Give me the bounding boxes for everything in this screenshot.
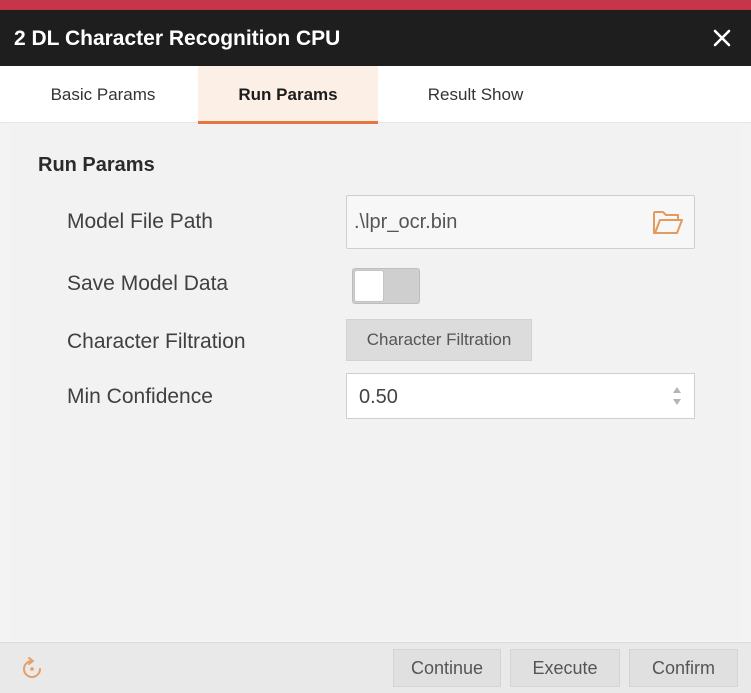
- window-accent-bar: [0, 0, 751, 10]
- continue-button[interactable]: Continue: [393, 649, 501, 687]
- min-confidence-value: 0.50: [359, 386, 398, 408]
- tab-result-show[interactable]: Result Show: [388, 66, 563, 123]
- browse-folder-button[interactable]: [652, 208, 684, 236]
- min-confidence-label: Min Confidence: [67, 385, 213, 408]
- section-title: Run Params: [38, 154, 155, 176]
- tab-label: Basic Params: [50, 84, 156, 104]
- confirm-button[interactable]: Confirm: [629, 649, 738, 687]
- tab-label: Run Params: [238, 84, 338, 104]
- window-title: 2 DL Character Recognition CPU: [14, 27, 341, 50]
- spin-arrows-icon: [673, 387, 681, 405]
- title-bar[interactable]: 2 DL Character Recognition CPU: [0, 10, 751, 66]
- dialog-window: 2 DL Character Recognition CPU Basic Par…: [0, 0, 751, 693]
- character-filtration-label: Character Filtration: [67, 330, 246, 353]
- model-file-path-field[interactable]: .\lpr_ocr.bin: [346, 195, 695, 249]
- model-file-path-label: Model File Path: [67, 210, 213, 233]
- toggle-knob: [354, 270, 384, 302]
- footer-bar: Continue Execute Confirm: [0, 642, 751, 693]
- refresh-icon: [23, 657, 41, 678]
- run-params-panel: Run Params Model File Path .\lpr_ocr.bin…: [10, 124, 741, 640]
- character-filtration-button[interactable]: Character Filtration: [346, 319, 532, 361]
- spin-buttons[interactable]: [670, 383, 684, 409]
- close-button[interactable]: [707, 23, 737, 53]
- save-model-data-toggle[interactable]: [352, 268, 420, 304]
- refresh-button[interactable]: [20, 657, 44, 681]
- tab-basic-params[interactable]: Basic Params: [18, 66, 188, 123]
- tab-run-params[interactable]: Run Params: [198, 66, 378, 124]
- model-file-path-value: .\lpr_ocr.bin: [354, 211, 458, 233]
- min-confidence-input[interactable]: 0.50: [346, 373, 695, 419]
- folder-open-icon: [653, 211, 683, 234]
- save-model-data-label: Save Model Data: [67, 272, 229, 295]
- execute-button[interactable]: Execute: [510, 649, 620, 687]
- close-icon: [713, 29, 731, 47]
- tab-label: Result Show: [427, 84, 524, 104]
- tab-bar: Basic Params Run Params Result Show: [0, 66, 751, 124]
